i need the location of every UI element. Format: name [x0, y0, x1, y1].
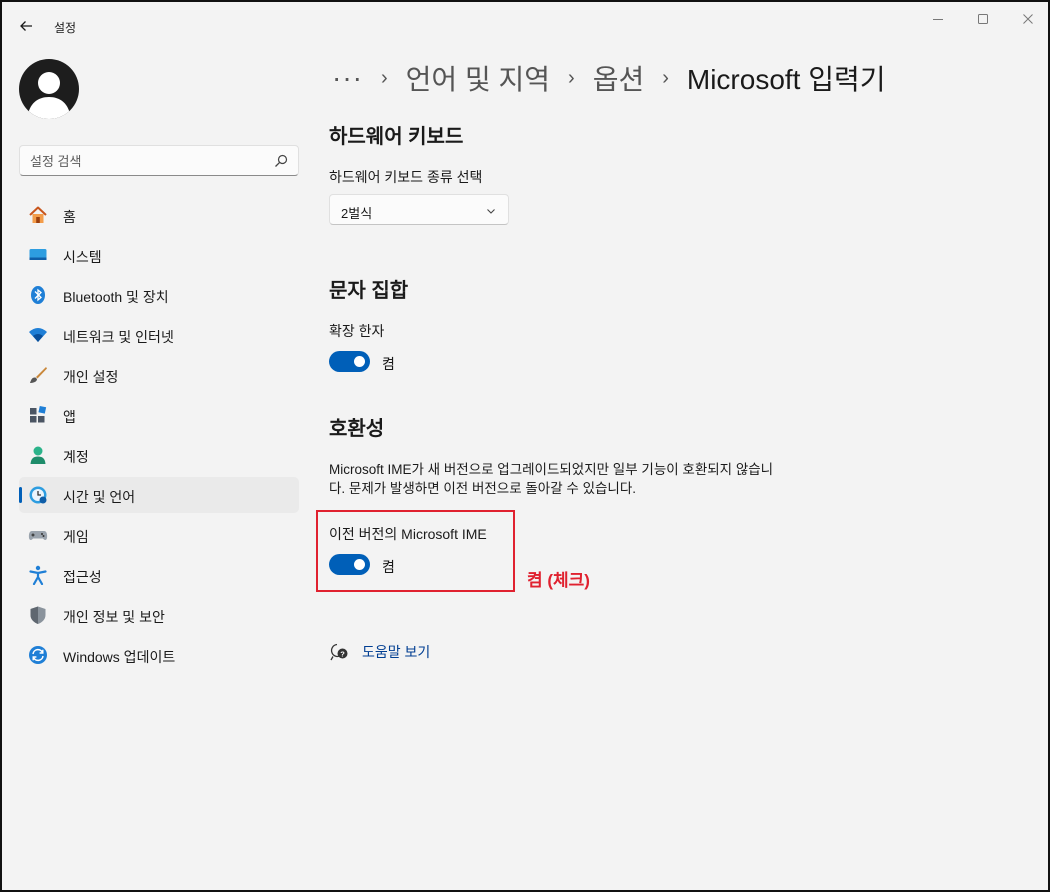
search-input[interactable] [30, 152, 260, 170]
help-icon: ? [330, 643, 348, 661]
sidebar-item-network[interactable]: 네트워크 및 인터넷 [19, 317, 299, 353]
system-icon [29, 249, 47, 260]
apps-icon [30, 405, 47, 423]
maximize-button[interactable] [963, 8, 1003, 30]
shield-icon [30, 606, 46, 624]
settings-search[interactable] [19, 145, 299, 176]
sidebar-item-label: 접근성 [63, 569, 102, 585]
sidebar-item-home[interactable]: 홈 [19, 197, 299, 233]
sidebar-item-personalization[interactable]: 개인 설정 [19, 357, 299, 393]
sidebar-item-bluetooth[interactable]: Bluetooth 및 장치 [19, 277, 299, 313]
minimize-button[interactable] [918, 8, 958, 30]
gamepad-icon [28, 531, 48, 540]
svg-text:?: ? [340, 649, 345, 658]
sidebar-item-label: 시간 및 언어 [63, 489, 136, 505]
maximize-icon [978, 14, 988, 24]
breadcrumb-more-button[interactable]: ··· [332, 62, 363, 94]
title-bar: 설정 [2, 2, 1048, 46]
chevron-right-icon: › [568, 66, 575, 89]
sidebar-item-time-language[interactable]: 시간 및 언어 [19, 477, 299, 513]
back-button[interactable] [14, 14, 38, 38]
extended-hanja-toggle[interactable] [329, 351, 370, 372]
dropdown-selected-value: 2벌식 [341, 206, 373, 221]
sidebar-item-label: Bluetooth 및 장치 [63, 289, 169, 305]
user-silhouette-icon [27, 72, 71, 119]
sidebar-item-label: 개인 정보 및 보안 [63, 609, 165, 625]
annotation-text: 켬 (체크) [527, 571, 590, 590]
accessibility-icon [29, 565, 47, 585]
window-title: 설정 [54, 21, 77, 35]
keyboard-type-label: 하드웨어 키보드 종류 선택 [329, 169, 483, 185]
sidebar-item-label: 네트워크 및 인터넷 [63, 329, 174, 345]
close-icon [1023, 14, 1033, 24]
close-button[interactable] [1008, 8, 1048, 30]
minimize-icon [933, 19, 943, 20]
keyboard-type-dropdown[interactable]: 2벌식 [329, 194, 509, 225]
sidebar-item-label: 개인 설정 [63, 369, 119, 385]
time-language-icon [29, 486, 47, 504]
annotation-highlight-box [316, 510, 515, 592]
extended-hanja-label: 확장 한자 [329, 323, 385, 339]
sidebar-item-accounts[interactable]: 계정 [19, 437, 299, 473]
arrow-left-icon [20, 21, 32, 31]
sidebar-item-label: Windows 업데이트 [63, 649, 176, 665]
page-title: Microsoft 입력기 [686, 64, 886, 95]
update-icon [29, 646, 47, 664]
sidebar-item-label: 게임 [63, 529, 89, 545]
bluetooth-icon [31, 286, 45, 304]
search-icon[interactable] [274, 154, 288, 168]
wifi-icon [29, 328, 47, 342]
sidebar-item-label: 홈 [63, 209, 76, 225]
account-icon [30, 446, 46, 464]
user-avatar[interactable] [19, 59, 79, 119]
home-icon [29, 206, 47, 223]
section-title-compatibility: 호환성 [329, 418, 385, 440]
sidebar-item-windows-update[interactable]: Windows 업데이트 [19, 637, 299, 673]
help-link-row[interactable]: ? 도움말 보기 [329, 642, 430, 662]
extended-hanja-toggle-state: 켬 [382, 356, 395, 372]
sidebar-item-label: 계정 [63, 449, 89, 465]
sidebar-item-privacy[interactable]: 개인 정보 및 보안 [19, 597, 299, 633]
section-title-charset: 문자 집합 [329, 280, 409, 302]
sidebar-item-accessibility[interactable]: 접근성 [19, 557, 299, 593]
brush-icon [30, 367, 47, 383]
breadcrumb-item-language-region[interactable]: 언어 및 지역 [406, 58, 550, 98]
breadcrumb: ··· › 언어 및 지역 › 옵션 › Microsoft 입력기 [332, 58, 886, 98]
settings-window: 설정 홈 [0, 0, 1050, 892]
sidebar-item-label: 시스템 [63, 249, 102, 265]
sidebar-item-apps[interactable]: 앱 [19, 397, 299, 433]
sidebar-nav: 홈 시스템 Bluetooth 및 장치 네트워크 및 인터넷 개인 설정 앱 … [19, 197, 299, 677]
chevron-right-icon: › [380, 66, 388, 89]
compatibility-description: Microsoft IME가 새 버전으로 업그레이드되었지만 일부 기능이 호… [329, 462, 774, 496]
help-link[interactable]: 도움말 보기 [362, 642, 430, 662]
chevron-down-icon [487, 209, 495, 214]
sidebar-item-system[interactable]: 시스템 [19, 237, 299, 273]
sidebar-item-label: 앱 [63, 409, 76, 425]
sidebar-item-gaming[interactable]: 게임 [19, 517, 299, 553]
breadcrumb-item-options[interactable]: 옵션 [593, 58, 645, 98]
chevron-right-icon: › [662, 66, 669, 89]
section-title-hardware-keyboard: 하드웨어 키보드 [329, 126, 464, 148]
